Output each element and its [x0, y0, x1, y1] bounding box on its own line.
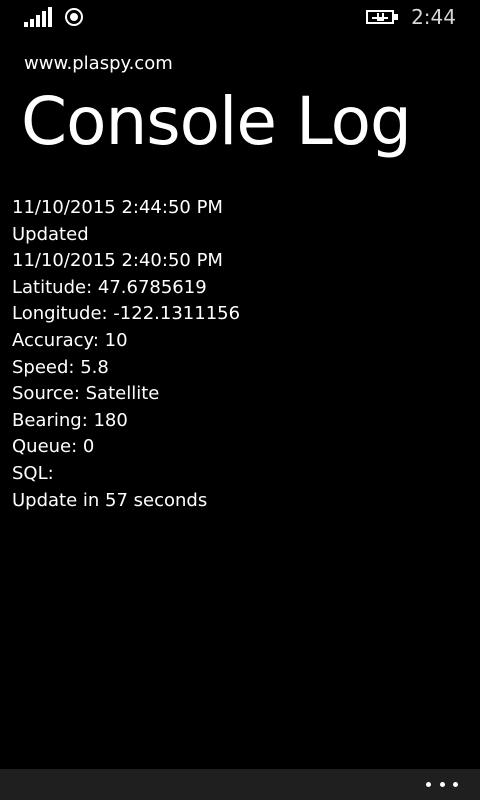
log-line: Bearing: 180: [12, 409, 128, 431]
log-line: SQL:: [12, 462, 54, 484]
app-bar: [0, 769, 480, 800]
location-icon: [65, 8, 83, 26]
log-line: Speed: 5.8: [12, 356, 109, 378]
ellipsis-icon: [426, 782, 431, 787]
more-options-button[interactable]: [422, 769, 462, 800]
console-log-list: 11/10/2015 2:44:50 PM Updated 11/10/2015…: [12, 195, 240, 514]
status-bar: 2:44: [0, 0, 480, 34]
page-title: Console Log: [21, 83, 412, 160]
app-name: www.plaspy.com: [24, 53, 173, 74]
log-line: Latitude: 47.6785619: [12, 276, 207, 298]
ellipsis-icon: [439, 782, 445, 787]
log-line: Accuracy: 10: [12, 329, 128, 351]
ellipsis-icon: [453, 782, 458, 787]
battery-charging-icon: [366, 10, 398, 24]
log-line: Queue: 0: [12, 436, 95, 458]
log-line: 11/10/2015 2:44:50 PM: [12, 197, 223, 218]
status-clock: 2:44: [411, 5, 456, 29]
signal-strength-icon: [24, 7, 52, 27]
log-line: Updated: [12, 223, 89, 245]
log-line: Longitude: -122.1311156: [12, 303, 241, 325]
log-line: Update in 57 seconds: [12, 489, 208, 511]
log-line: 11/10/2015 2:40:50 PM: [12, 250, 223, 272]
log-line: Source: Satellite: [12, 383, 160, 405]
